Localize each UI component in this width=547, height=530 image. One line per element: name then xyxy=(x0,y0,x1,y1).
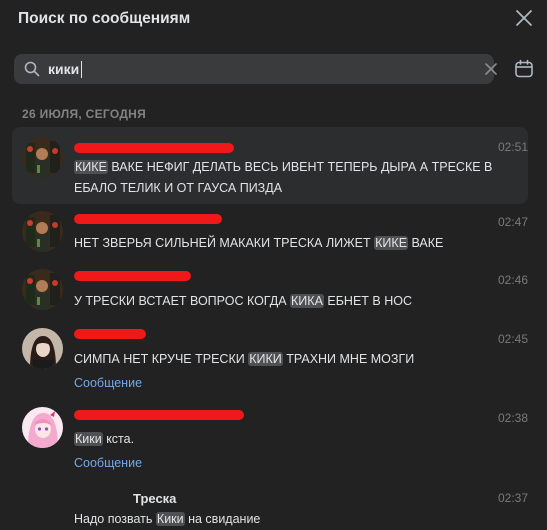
message-text: Надо позвать Кики на свидание xyxy=(74,512,261,526)
search-input[interactable] xyxy=(48,57,448,81)
message-time: 02:51 xyxy=(498,140,529,154)
search-result[interactable]: Треска 02:37 Надо позвать Кики на свидан… xyxy=(12,484,529,526)
search-result[interactable]: 02:45 СИМПА НЕТ КРУЧЕ ТРЕСКИ КИКИ ТРАХНИ… xyxy=(12,324,528,398)
avatar xyxy=(22,137,63,178)
redacted-sender-name xyxy=(74,329,146,339)
close-button[interactable] xyxy=(513,7,535,29)
text-caret xyxy=(81,61,82,78)
redacted-sender-name xyxy=(74,143,234,153)
search-match: КИКА xyxy=(290,294,324,308)
clear-icon xyxy=(485,63,497,75)
message-time: 02:38 xyxy=(498,411,529,425)
message-text: СИМПА НЕТ КРУЧЕ ТРЕСКИ КИКИ ТРАХНИ МНЕ М… xyxy=(74,352,415,366)
redacted-sender-name xyxy=(74,271,191,281)
forwarded-message-link[interactable]: Сообщение xyxy=(74,376,142,390)
close-icon xyxy=(516,10,532,26)
message-time: 02:37 xyxy=(498,491,529,505)
search-match: Кики xyxy=(74,432,103,446)
search-result[interactable]: 02:51 КИКЕ ВАКЕ НЕФИГ ДЕЛАТЬ ВЕСЬ ИВЕНТ … xyxy=(12,127,528,204)
message-text: КИКЕ ВАКЕ НЕФИГ ДЕЛАТЬ ВЕСЬ ИВЕНТ ТЕПЕРЬ… xyxy=(74,160,493,195)
date-separator: 26 ИЮЛЯ, СЕГОДНЯ xyxy=(22,107,147,121)
message-time: 02:47 xyxy=(498,215,529,229)
panel-title: Поиск по сообщениям xyxy=(18,10,191,27)
avatar xyxy=(22,328,63,369)
search-match: Кики xyxy=(155,512,185,526)
calendar-icon xyxy=(515,59,533,78)
forwarded-message-link[interactable]: Сообщение xyxy=(74,456,142,470)
redacted-sender-name xyxy=(74,410,244,420)
calendar-button[interactable] xyxy=(513,58,535,80)
avatar xyxy=(22,407,63,448)
search-result[interactable]: 02:38 Кики кста. Сообщение xyxy=(12,404,528,478)
search-match: КИКЕ xyxy=(74,160,108,174)
redacted-sender-name xyxy=(74,214,222,224)
message-time: 02:45 xyxy=(498,332,529,346)
message-text: НЕТ ЗВЕРЬЯ СИЛЬНЕЙ МАКАКИ ТРЕСКА ЛИЖЕТ К… xyxy=(74,236,444,250)
avatar xyxy=(22,211,63,252)
message-search-panel: Поиск по сообщениям 26 ИЮЛЯ, СЕГОДНЯ xyxy=(0,0,547,526)
search-match: КИКЕ xyxy=(374,236,409,250)
search-match: КИКИ xyxy=(248,352,283,366)
message-time: 02:46 xyxy=(498,273,529,287)
message-text: У ТРЕСКИ ВСТАЕТ ВОПРОС КОГДА КИКА ЕБНЕТ … xyxy=(74,294,412,308)
search-field[interactable] xyxy=(14,54,497,84)
avatar xyxy=(22,269,63,310)
search-result[interactable]: 02:47 НЕТ ЗВЕРЬЯ СИЛЬНЕЙ МАКАКИ ТРЕСКА Л… xyxy=(12,208,528,262)
search-icon xyxy=(24,61,40,77)
clear-search-button[interactable] xyxy=(484,62,498,76)
sender-name: Треска xyxy=(133,491,177,506)
message-text: Кики кста. xyxy=(74,432,135,446)
search-result[interactable]: 02:46 У ТРЕСКИ ВСТАЕТ ВОПРОС КОГДА КИКА … xyxy=(12,266,528,320)
